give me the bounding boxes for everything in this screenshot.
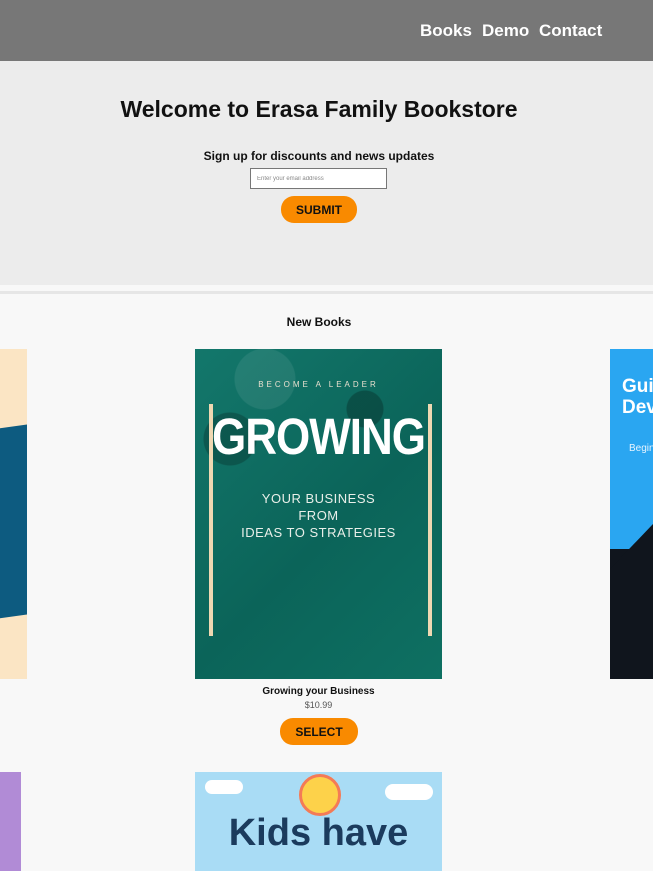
cover-subtitle: Begin <box>629 443 653 454</box>
cover-title: Gui Dev <box>622 376 653 418</box>
signup-label: Sign up for discounts and news updates <box>203 149 435 163</box>
select-button[interactable]: SELECT <box>280 718 358 745</box>
top-navigation-bar: Books Demo Contact <box>0 0 653 61</box>
cover-title: Kids have <box>228 812 409 854</box>
cover-title: GROWING <box>212 409 426 466</box>
cover-code-image <box>610 524 653 679</box>
nav-link-contact[interactable]: Contact <box>539 21 602 41</box>
submit-button[interactable]: SUBMIT <box>281 196 357 223</box>
cover-tagline: BECOME A LEADER <box>258 380 379 389</box>
featured-book-cover[interactable]: BECOME A LEADER GROWING YOUR BUSINESS FR… <box>195 349 442 679</box>
cover-subtitle: YOUR BUSINESS FROM IDEAS TO STRATEGIES <box>195 490 442 541</box>
cloud-graphic <box>205 780 243 794</box>
sun-graphic <box>299 774 341 816</box>
row2-left-book-cover[interactable] <box>0 772 21 871</box>
previous-book-cover[interactable] <box>0 349 27 679</box>
next-book-cover[interactable]: Gui Dev Begin <box>610 349 653 679</box>
cover-subtitle-line-2: FROM <box>298 508 339 523</box>
hero-section: Welcome to Erasa Family Bookstore Sign u… <box>0 61 653 285</box>
cover-title-line-1: Gui <box>622 376 653 397</box>
page-title: Welcome to Erasa Family Bookstore <box>120 96 518 122</box>
section-divider <box>0 291 653 294</box>
book-title: Growing your Business <box>262 686 375 697</box>
book-price: $10.99 <box>304 700 333 710</box>
new-books-heading: New Books <box>286 315 352 329</box>
nav-link-books[interactable]: Books <box>420 21 472 41</box>
cover-title-line-2: Dev <box>622 397 653 418</box>
nav-link-demo[interactable]: Demo <box>482 21 529 41</box>
cover-subtitle-line-3: IDEAS TO STRATEGIES <box>241 525 396 540</box>
cover-graphic <box>0 424 27 624</box>
row2-book-cover[interactable]: Kids have <box>195 772 442 871</box>
email-field[interactable] <box>250 168 387 189</box>
cloud-graphic <box>385 784 433 800</box>
cover-subtitle-line-1: YOUR BUSINESS <box>261 491 376 506</box>
